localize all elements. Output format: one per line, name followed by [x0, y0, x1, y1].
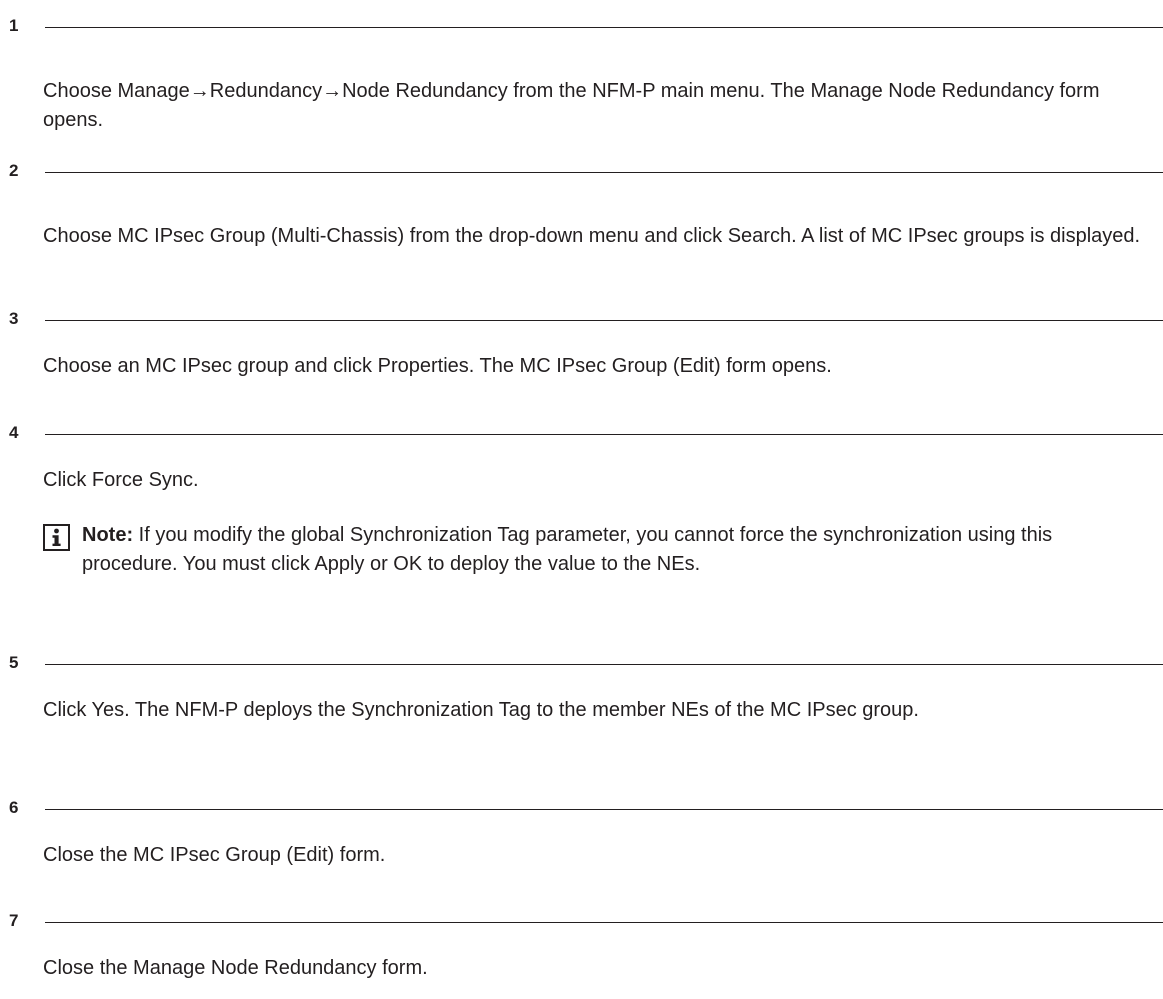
step-number: 2: [9, 161, 19, 180]
step-text: Choose Manage→Redundancy→Node Redundancy…: [43, 80, 1100, 131]
note-text: Note: If you modify the global Synchroni…: [82, 521, 1143, 579]
step-divider: [45, 922, 1163, 923]
step-text: Choose MC IPsec Group (Multi-Chassis) fr…: [43, 225, 1141, 247]
step-divider: [45, 434, 1163, 435]
step-header: 5: [0, 652, 1163, 674]
procedure-step: 4 Click Force Sync. Note: If you modify …: [0, 422, 1163, 575]
procedure-step: 7 Close the Manage Node Redundancy form.: [0, 910, 1163, 979]
info-icon: [43, 524, 70, 551]
step-divider: [45, 809, 1163, 810]
procedure-step: 5 Click Yes. The NFM-P deploys the Synch…: [0, 652, 1163, 721]
step-header: 3: [0, 308, 1163, 330]
note-label: Note:: [82, 524, 134, 546]
step-header: 2: [0, 160, 1163, 182]
step-number: 6: [9, 798, 19, 817]
step-text: Close the MC IPsec Group (Edit) form.: [43, 844, 386, 866]
procedure-step: 1 Choose Manage→Redundancy→Node Redundan…: [0, 15, 1163, 131]
step-text: Click Force Sync.: [43, 469, 199, 491]
step-divider: [45, 664, 1163, 665]
step-number: 3: [9, 309, 19, 328]
step-number: 4: [9, 423, 19, 442]
step-number: 1: [9, 16, 19, 35]
step-header: 7: [0, 910, 1163, 932]
step-text: Close the Manage Node Redundancy form.: [43, 957, 428, 979]
step-number: 5: [9, 653, 19, 672]
step-divider: [45, 172, 1163, 173]
step-number: 7: [9, 911, 19, 930]
step-divider: [45, 27, 1163, 28]
step-header: 4: [0, 422, 1163, 444]
step-text: Choose an MC IPsec group and click Prope…: [43, 355, 832, 377]
step-text: Click Yes. The NFM-P deploys the Synchro…: [43, 699, 919, 721]
note-body-text: If you modify the global Synchronization…: [82, 524, 1053, 575]
step-header: 6: [0, 797, 1163, 819]
step-divider: [45, 320, 1163, 321]
procedure-step: 2 Choose MC IPsec Group (Multi-Chassis) …: [0, 160, 1163, 247]
procedure-step: 6 Close the MC IPsec Group (Edit) form.: [0, 797, 1163, 866]
step-header: 1: [0, 15, 1163, 37]
procedure-step: 3 Choose an MC IPsec group and click Pro…: [0, 308, 1163, 377]
